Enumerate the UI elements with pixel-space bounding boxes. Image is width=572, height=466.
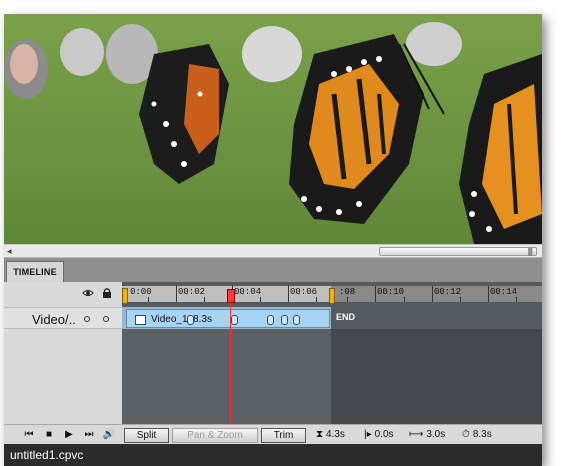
span-value: 3.0s: [426, 429, 446, 440]
split-button[interactable]: Split: [124, 428, 169, 443]
status-bar: untitled1.cpvc: [4, 444, 542, 466]
keyframe-marker[interactable]: [267, 315, 274, 325]
lock-icon[interactable]: [102, 287, 112, 299]
transition-in-stat: |▸ 0.0s: [364, 429, 394, 440]
duration-value: 4.3s: [326, 429, 345, 440]
track-visibility-toggle[interactable]: [84, 316, 90, 322]
duration-stat: ⧗ 4.3s: [316, 429, 345, 440]
playhead-line[interactable]: [230, 299, 231, 433]
ruler-tick: [176, 286, 177, 302]
ruler-label: 00:04: [234, 287, 262, 297]
timeline-toolbar: ⏮ ■ ▶ ⏭ 🔊 Split Pan & Zoom Trim ⧗ 4.3s |▸…: [4, 424, 542, 444]
project-filename: untitled1.cpvc: [10, 448, 84, 462]
preview-frame-image: [4, 22, 542, 244]
ruler-label: :08: [339, 287, 356, 297]
stopwatch-icon: ⏱: [462, 429, 470, 440]
ruler-tick: [316, 297, 317, 302]
ruler-tick: [288, 286, 289, 302]
timeline-inactive-area[interactable]: [331, 329, 542, 424]
ruler-tick: [375, 286, 376, 302]
ruler-tick: [460, 297, 461, 302]
stop-icon[interactable]: ■: [42, 428, 56, 442]
pan-zoom-button[interactable]: Pan & Zoom: [172, 428, 258, 443]
playhead-handle[interactable]: [227, 289, 235, 303]
ruler-tick: [260, 297, 261, 302]
video-track-lane[interactable]: Video_1: 8.3s END: [122, 307, 542, 329]
video-clip[interactable]: Video_1: 8.3s: [126, 309, 330, 328]
transition-in-icon: |▸: [364, 429, 372, 440]
span-stat: ⟼ 3.0s: [409, 429, 445, 440]
film-icon: [135, 315, 146, 325]
grip-icon: ||||: [527, 247, 533, 256]
keyframe-marker[interactable]: [281, 315, 288, 325]
ruler-label: 0:00: [130, 287, 152, 297]
track-row-video[interactable]: Video/..: [4, 307, 122, 329]
timeline-active-area[interactable]: [122, 329, 331, 424]
skip-to-end-icon[interactable]: ⏭: [82, 428, 96, 442]
timeline-area[interactable]: 0:00 00:02 00:04 00:06 :08 00:10 00:12 0…: [122, 282, 542, 433]
preview-scrollbar[interactable]: ◂ ||||: [4, 244, 542, 258]
ruler-label: 00:10: [377, 287, 405, 297]
clip-label: Video_1: 8.3s: [151, 314, 212, 325]
ruler-tick: [148, 297, 149, 302]
volume-icon[interactable]: 🔊: [102, 428, 116, 442]
skip-to-start-icon[interactable]: ⏮: [22, 428, 36, 442]
ruler-label: 00:12: [434, 287, 462, 297]
total-time-stat: ⏱ 8.3s: [462, 429, 492, 440]
keyframe-marker[interactable]: [187, 315, 194, 325]
keyframe-marker[interactable]: [231, 315, 238, 325]
track-name: Video/..: [32, 312, 76, 327]
ruler-tick: [204, 297, 205, 302]
end-label: END: [336, 312, 356, 322]
ruler-tick: [488, 286, 489, 302]
ruler-label: 00:06: [290, 287, 318, 297]
start-marker[interactable]: [122, 288, 128, 304]
tab-timeline[interactable]: TIMELINE: [6, 261, 64, 282]
ruler-tick: [404, 297, 405, 302]
track-header-controls: [4, 286, 122, 302]
time-ruler[interactable]: 0:00 00:02 00:04 00:06 :08 00:10 00:12 0…: [122, 286, 542, 304]
app-window: ◂ |||| TIMELINE Video/.. 0:00 00:02 00:0…: [4, 14, 542, 466]
ruler-label: 00:14: [490, 287, 518, 297]
transition-in-value: 0.0s: [374, 429, 394, 440]
track-header-panel: Video/..: [4, 282, 122, 424]
scroll-left-icon[interactable]: ◂: [7, 246, 17, 257]
trim-button[interactable]: Trim: [261, 428, 306, 443]
scrollbar-thumb[interactable]: ||||: [379, 247, 537, 256]
track-lock-toggle[interactable]: [103, 316, 109, 322]
panel-tab-bar: TIMELINE: [4, 258, 542, 282]
total-time-value: 8.3s: [472, 429, 492, 440]
eye-icon[interactable]: [82, 288, 94, 298]
ruler-label: 00:02: [178, 287, 206, 297]
play-icon[interactable]: ▶: [62, 428, 76, 442]
ruler-tick: [516, 297, 517, 302]
keyframe-marker[interactable]: [293, 315, 300, 325]
ruler-tick: [432, 286, 433, 302]
ruler-tick: [347, 297, 348, 302]
end-marker[interactable]: [329, 288, 335, 304]
span-icon: ⟼: [409, 429, 424, 440]
hourglass-icon: ⧗: [316, 429, 324, 440]
video-preview[interactable]: [4, 14, 542, 244]
